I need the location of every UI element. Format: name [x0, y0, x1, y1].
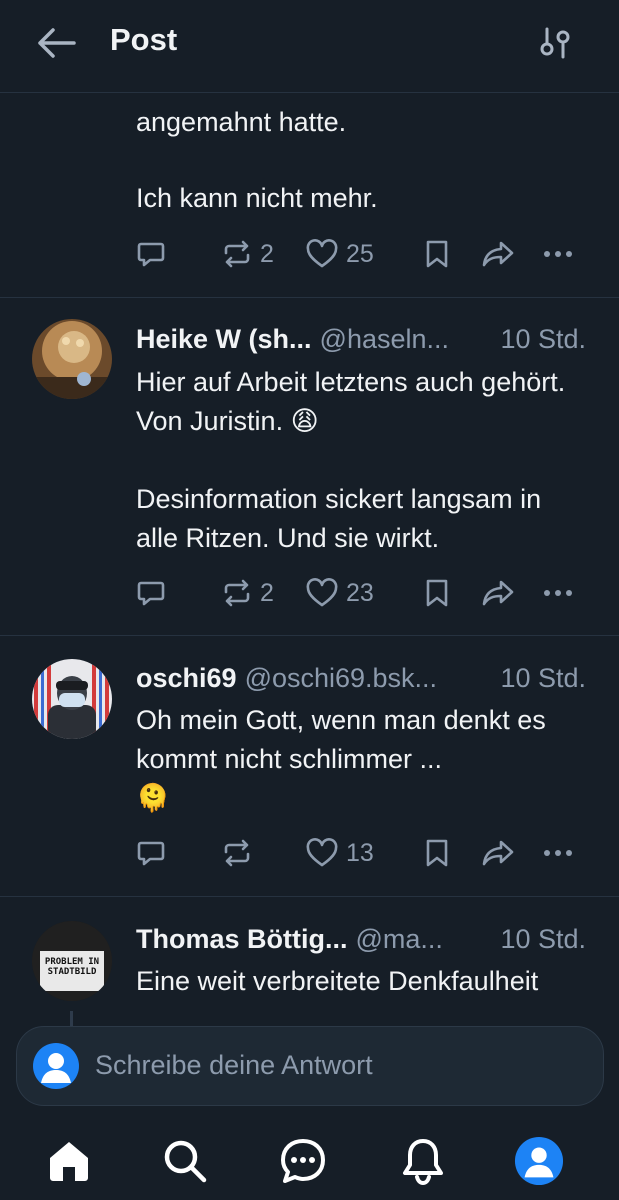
- post-meta: oschi69 @oschi69.bsk... 10 Std.: [136, 658, 596, 698]
- post-text: Hier auf Arbeit letztens auch gehört. Vo…: [136, 367, 566, 553]
- handle[interactable]: @oschi69.bsk...: [245, 663, 438, 693]
- ellipsis-icon: [544, 251, 572, 257]
- repost-icon: [224, 579, 250, 607]
- share-icon: [482, 241, 514, 267]
- chat-icon: [281, 1139, 325, 1183]
- reply-input-placeholder[interactable]: Schreibe deine Antwort: [95, 1050, 373, 1081]
- bookmark-icon: [426, 240, 448, 268]
- reply-composer[interactable]: Schreibe deine Antwort: [16, 1026, 604, 1106]
- avatar-caption: PROBLEM IN STADTBILD: [44, 957, 100, 977]
- nav-chat[interactable]: [278, 1136, 328, 1186]
- reply-button[interactable]: [136, 575, 166, 611]
- display-name[interactable]: Thomas Böttig...: [136, 924, 348, 954]
- timestamp: 10 Std.: [500, 324, 586, 354]
- display-name[interactable]: Heike W (sh...: [136, 324, 312, 354]
- bell-icon: [403, 1139, 443, 1185]
- user-avatar: [33, 1043, 79, 1089]
- bookmark-icon: [426, 839, 448, 867]
- post-meta: Heike W (sh... @haseln... 10 Std.: [136, 319, 596, 359]
- post-text: Oh mein Gott, wenn man denkt es kommt ni…: [136, 705, 546, 813]
- timestamp: 10 Std.: [500, 663, 586, 693]
- settings-button[interactable]: [538, 26, 574, 60]
- sliders-icon: [540, 27, 570, 59]
- repost-button[interactable]: [222, 835, 252, 871]
- home-icon: [50, 1142, 88, 1181]
- more-button[interactable]: [542, 835, 574, 871]
- nav-notifications[interactable]: [398, 1136, 448, 1186]
- like-button[interactable]: 25: [306, 236, 374, 272]
- share-icon: [482, 580, 514, 606]
- reply-button[interactable]: [136, 236, 166, 272]
- bookmark-button[interactable]: [424, 236, 450, 272]
- share-button[interactable]: [481, 835, 515, 871]
- reply-icon: [137, 581, 165, 606]
- nav-profile[interactable]: [514, 1136, 564, 1186]
- post-meta: Thomas Böttig... @ma... 10 Std.: [136, 919, 596, 959]
- heart-icon: [306, 838, 338, 867]
- divider: [0, 635, 619, 636]
- header: Post: [0, 0, 619, 93]
- person-icon: [41, 1053, 71, 1083]
- display-name[interactable]: oschi69: [136, 663, 237, 693]
- post-actions: 13: [136, 835, 586, 871]
- post-actions: 2 23: [136, 575, 586, 611]
- ellipsis-icon: [544, 850, 572, 856]
- reply-icon: [137, 841, 165, 866]
- bookmark-icon: [426, 579, 448, 607]
- like-button[interactable]: 23: [306, 575, 374, 611]
- heart-icon: [306, 239, 338, 268]
- timestamp: 10 Std.: [500, 924, 586, 954]
- nav-home[interactable]: [44, 1136, 94, 1186]
- repost-icon: [224, 839, 250, 867]
- repost-count: 2: [260, 239, 274, 268]
- divider: [0, 297, 619, 298]
- like-count: 25: [346, 239, 374, 268]
- handle[interactable]: @haseln...: [320, 324, 449, 354]
- like-count: 13: [346, 838, 374, 867]
- post-actions: 2 25: [136, 236, 586, 272]
- app: Post angemahnt hatte. Ich kann nicht meh…: [0, 0, 619, 1200]
- repost-count: 2: [260, 578, 274, 607]
- reply-button[interactable]: [136, 835, 166, 871]
- more-button[interactable]: [542, 236, 574, 272]
- repost-icon: [224, 240, 250, 268]
- repost-button[interactable]: 2: [222, 236, 274, 272]
- arrow-left-icon: [38, 28, 76, 58]
- avatar[interactable]: PROBLEM IN STADTBILD: [32, 921, 112, 1001]
- heart-icon: [306, 578, 338, 607]
- bottom-nav: [0, 1112, 619, 1200]
- avatar-image: [32, 319, 112, 399]
- like-count: 23: [346, 578, 374, 607]
- share-icon: [482, 840, 514, 866]
- reply-icon: [137, 242, 165, 267]
- bookmark-button[interactable]: [424, 835, 450, 871]
- post-text: Eine weit verbreitete Denkfaulheit: [136, 966, 539, 996]
- share-button[interactable]: [481, 575, 515, 611]
- profile-icon: [514, 1136, 564, 1186]
- divider: [0, 896, 619, 897]
- post-text: angemahnt hatte. Ich kann nicht mehr.: [136, 107, 378, 213]
- avatar[interactable]: [32, 319, 112, 399]
- ellipsis-icon: [544, 590, 572, 596]
- like-button[interactable]: 13: [306, 835, 374, 871]
- repost-button[interactable]: 2: [222, 575, 274, 611]
- back-button[interactable]: [36, 26, 76, 60]
- avatar-image: [32, 659, 112, 739]
- avatar[interactable]: [32, 659, 112, 739]
- share-button[interactable]: [481, 236, 515, 272]
- page-title: Post: [110, 22, 178, 57]
- search-icon: [164, 1140, 207, 1183]
- more-button[interactable]: [542, 575, 574, 611]
- handle[interactable]: @ma...: [356, 924, 443, 954]
- nav-search[interactable]: [160, 1136, 210, 1186]
- bookmark-button[interactable]: [424, 575, 450, 611]
